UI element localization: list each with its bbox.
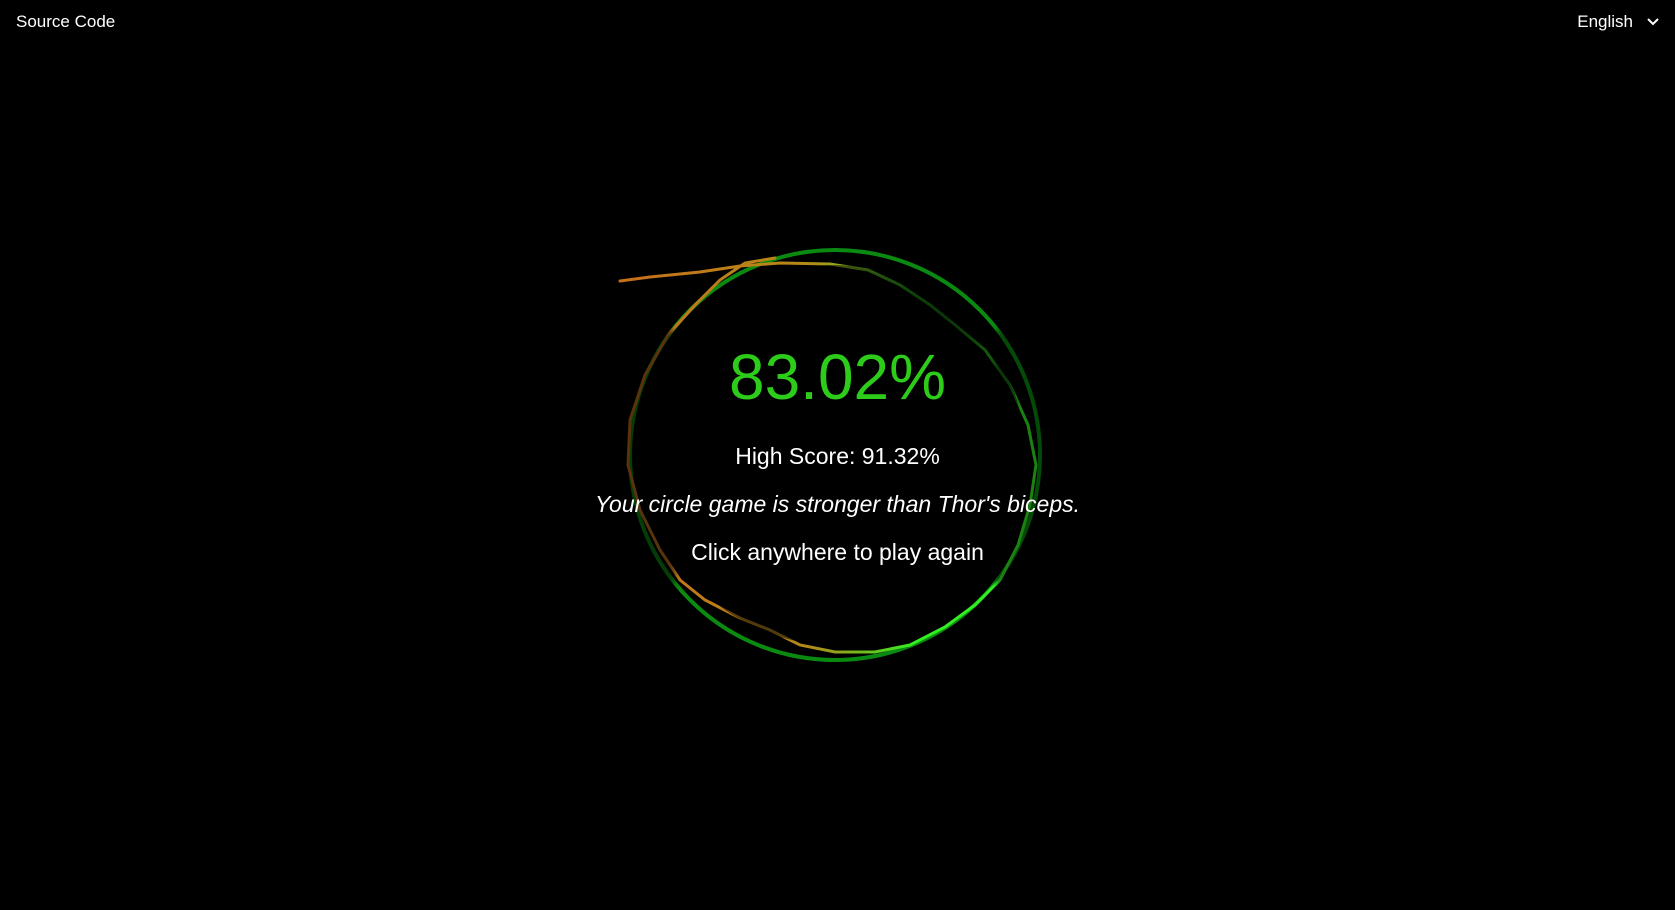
language-select-value: English [1577,12,1633,31]
high-score-text: High Score: 91.32% [735,443,940,469]
score-quip: Your circle game is stronger than Thor's… [594,491,1081,517]
play-again-prompt[interactable]: Click anywhere to play again [0,539,1675,566]
chevron-down-icon [1647,18,1659,26]
source-code-link[interactable]: Source Code [16,12,115,32]
score-display: 83.02% [728,341,947,413]
language-select[interactable]: English [1577,12,1659,32]
game-stage[interactable]: Source Code English 83.02% High Score: 9… [0,0,1675,910]
